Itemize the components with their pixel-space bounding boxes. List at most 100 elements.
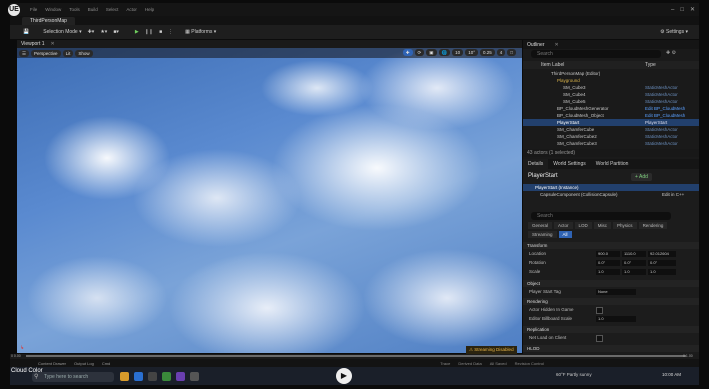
filter-general[interactable]: General <box>528 222 553 229</box>
filter-streaming[interactable]: Streaming <box>528 231 557 238</box>
billboard-scale-value[interactable]: 1.0 <box>596 316 636 322</box>
timeline-track[interactable] <box>26 355 686 357</box>
menu-help[interactable]: Help <box>145 7 154 12</box>
cinematics-icon[interactable]: ■▾ <box>110 28 122 37</box>
menu-tools[interactable]: Tools <box>69 7 80 12</box>
grid-snap-value[interactable]: 10 <box>452 49 464 56</box>
app-icon[interactable] <box>162 372 171 381</box>
scale-y[interactable]: 1.0 <box>622 269 646 275</box>
taskbar-search-input[interactable]: Type here to search <box>32 372 114 382</box>
trace-button[interactable]: Trace <box>440 361 450 366</box>
more-options-icon[interactable]: ⋮ <box>165 28 176 37</box>
edit-in-cpp-link[interactable]: Edit in C++ <box>662 192 684 197</box>
outliner-search-input[interactable]: Search <box>531 50 661 58</box>
filter-all[interactable]: All <box>558 231 572 238</box>
outliner-row[interactable]: SM_Cube4 StaticMeshActor <box>523 91 699 98</box>
level-tab[interactable]: ThirdPersonMap <box>22 17 75 25</box>
details-search-input[interactable]: Search <box>531 212 671 220</box>
viewport-sky-view[interactable] <box>17 48 522 353</box>
unreal-logo[interactable]: UE <box>8 4 20 16</box>
net-load-checkbox[interactable] <box>596 335 603 342</box>
outliner-row[interactable]: ThirdPersonMap (Editor) <box>523 70 699 77</box>
platforms-dropdown[interactable]: ▦ Platforms ▾ <box>182 28 219 37</box>
add-actor-icon[interactable]: ✚▾ <box>85 28 98 37</box>
play-icon[interactable]: ▶ <box>132 28 142 37</box>
stop-icon[interactable]: ■ <box>156 28 165 37</box>
menu-file[interactable]: File <box>30 7 37 12</box>
weather-widget[interactable]: 60°F Partly sunny <box>556 372 592 377</box>
outliner-options-icon[interactable]: ✚ ⚙ <box>666 50 676 56</box>
location-y[interactable]: 1110.0 <box>622 251 646 257</box>
revision-control-button[interactable]: Revision Control <box>515 361 544 366</box>
pause-icon[interactable]: ❙❙ <box>142 28 156 37</box>
filter-physics[interactable]: Physics <box>613 222 637 229</box>
lit-button[interactable]: Lit <box>62 49 74 57</box>
details-tab[interactable]: Details <box>523 159 549 169</box>
filter-lod[interactable]: LOD <box>574 222 592 229</box>
transform-section[interactable]: Transform <box>523 242 699 249</box>
selection-mode-dropdown[interactable]: Selection Mode ▾ <box>40 28 84 37</box>
outliner-tab[interactable]: Outliner <box>527 42 545 48</box>
outliner-row[interactable]: SM_ChamferCube2 StaticMeshActor <box>523 133 699 140</box>
outliner-close-icon[interactable]: ✕ <box>555 42 559 48</box>
maximize-viewport-icon[interactable]: □ <box>507 49 516 56</box>
location-z[interactable]: 92.012604 <box>648 251 676 257</box>
outliner-row[interactable]: Playground <box>523 77 699 84</box>
menu-build[interactable]: Build <box>88 7 98 12</box>
cmd-button[interactable]: Cmd <box>102 361 110 366</box>
capsule-component[interactable]: CapsuleComponent (CollisionCapsule) <box>540 192 618 197</box>
all-saved-button[interactable]: All Saved <box>490 361 507 366</box>
scale-z[interactable]: 1.0 <box>648 269 676 275</box>
outliner-row[interactable]: BP_CloudMesh_Object Edit BP_CloudMesh <box>523 112 699 119</box>
outliner-row[interactable]: BP_CloudMeshGenerator Edit BP_CloudMesh <box>523 105 699 112</box>
browser-icon[interactable] <box>134 372 143 381</box>
rotation-snap-value[interactable]: 10° <box>465 49 478 56</box>
world-partition-tab[interactable]: World Partition <box>591 159 634 169</box>
maximize-icon[interactable]: □ <box>680 7 684 13</box>
move-tool-icon[interactable]: ✚ <box>402 49 413 56</box>
output-log-button[interactable]: Output Log <box>74 361 94 366</box>
type-header[interactable]: Type <box>645 62 656 68</box>
camera-speed-value[interactable]: 4 <box>496 49 506 56</box>
scale-tool-icon[interactable]: ▣ <box>426 49 437 56</box>
settings-dropdown[interactable]: ⚙ Settings ▾ <box>657 28 691 37</box>
hlod-section[interactable]: HLOD <box>523 345 699 352</box>
player-start-tag-value[interactable]: None <box>596 289 636 295</box>
media-play-icon[interactable]: ▶ <box>336 368 352 384</box>
menu-actor[interactable]: Actor <box>126 7 137 12</box>
world-settings-tab[interactable]: World Settings <box>548 159 590 169</box>
menu-select[interactable]: Select <box>106 7 119 12</box>
filter-rendering[interactable]: Rendering <box>638 222 668 229</box>
show-button[interactable]: Show <box>75 49 93 57</box>
content-drawer-button[interactable]: Content Drawer <box>38 361 66 366</box>
outliner-row[interactable]: SM_ChamferCube3 StaticMeshActor <box>523 140 699 147</box>
outliner-row[interactable]: SM_ChamferCube StaticMeshActor <box>523 126 699 133</box>
scale-x[interactable]: 1.0 <box>596 269 620 275</box>
unreal-taskbar-icon[interactable] <box>190 372 199 381</box>
outliner-row-selected[interactable]: PlayerStart PlayerStart <box>523 119 699 126</box>
blueprint-icon[interactable]: ★▾ <box>97 28 110 37</box>
filter-misc[interactable]: Misc <box>593 222 612 229</box>
actor-hidden-checkbox[interactable] <box>596 307 603 314</box>
rotate-tool-icon[interactable]: ⟳ <box>414 49 425 56</box>
item-label-header[interactable]: Item Label <box>541 62 564 68</box>
replication-section[interactable]: Replication <box>523 326 699 333</box>
minimize-icon[interactable]: – <box>671 7 674 13</box>
outliner-row[interactable]: SM_Cube3 StaticMeshActor <box>523 84 699 91</box>
rotation-y[interactable]: 0.0° <box>622 260 646 266</box>
world-local-icon[interactable]: 🌐 <box>438 49 451 56</box>
rendering-section[interactable]: Rendering <box>523 298 699 305</box>
close-icon[interactable]: ✕ <box>690 6 695 13</box>
menu-window[interactable]: Window <box>45 7 61 12</box>
derived-data-button[interactable]: Derived Data <box>458 361 481 366</box>
store-icon[interactable] <box>148 372 157 381</box>
scale-snap-value[interactable]: 0.25 <box>480 49 495 56</box>
rotation-z[interactable]: 0.0° <box>648 260 676 266</box>
outliner-row[interactable]: SM_Cube5 StaticMeshActor <box>523 98 699 105</box>
file-explorer-icon[interactable] <box>120 372 129 381</box>
filter-actor[interactable]: Actor <box>554 222 573 229</box>
viewport-tab[interactable]: Viewport 1 <box>21 41 45 47</box>
viewport-menu-icon[interactable]: ☰ <box>19 49 30 57</box>
add-component-button[interactable]: + Add <box>631 173 652 181</box>
save-icon[interactable]: 💾 <box>20 28 32 37</box>
